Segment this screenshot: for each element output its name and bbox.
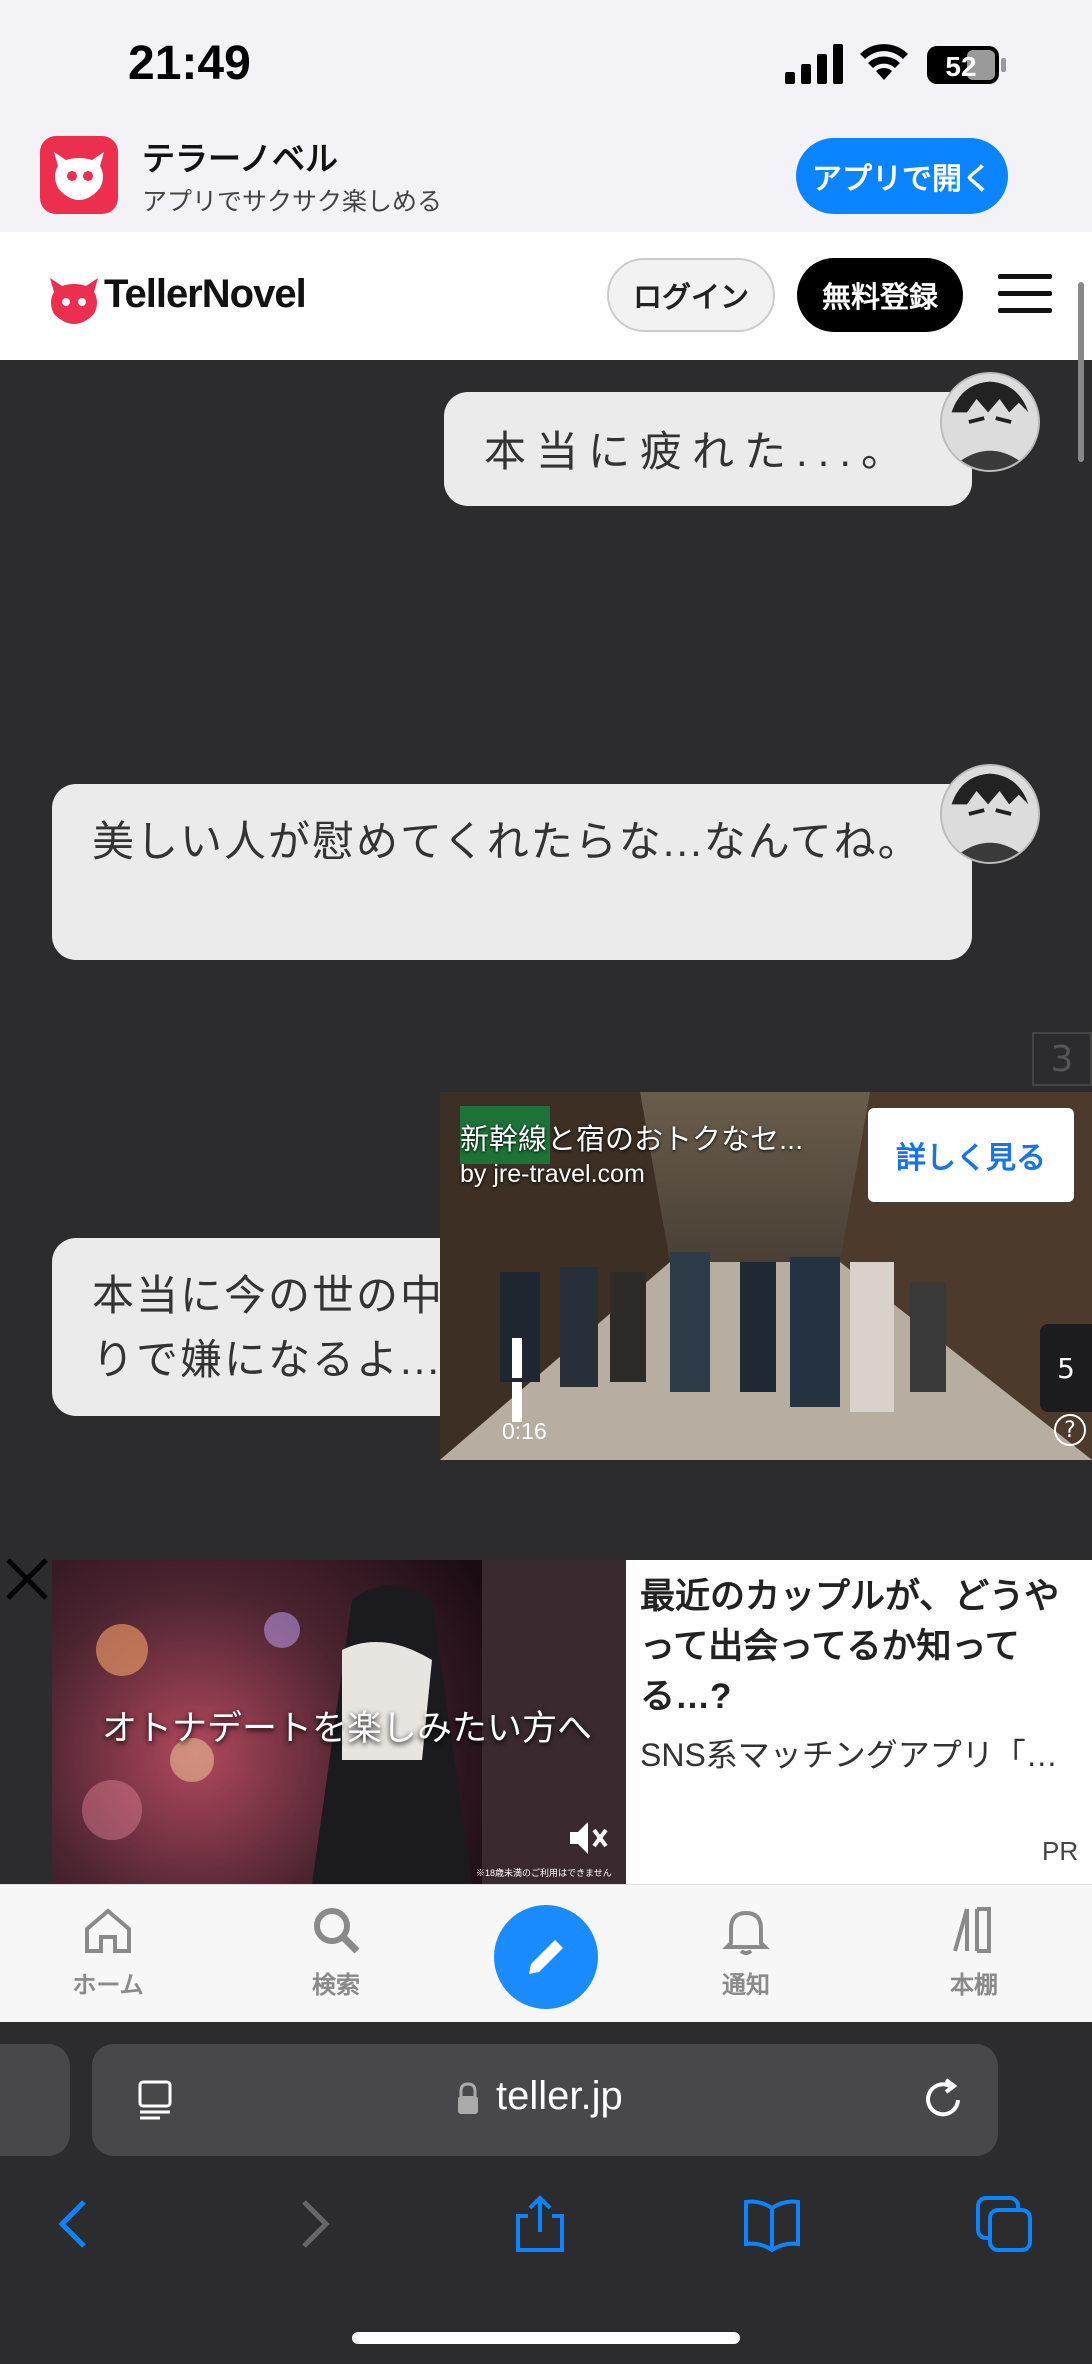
nav-item-label: 本棚: [950, 1972, 998, 1999]
banner-ad[interactable]: オトナデートを楽しみたい方へ ※18歳未満のご利用はできません 最近のカップルが…: [52, 1560, 1092, 1884]
banner-ad-title[interactable]: 最近のカップルが、どうやって出会ってるか知ってる…?: [640, 1572, 1080, 1722]
banner-ad-image-text: オトナデートを楽しみたい方へ: [102, 1709, 593, 1748]
ad-info-icon[interactable]: ?: [1054, 1414, 1086, 1446]
home-icon: [85, 1908, 131, 1953]
nav-item-label: 検索: [312, 1972, 360, 1999]
bookshelf-icon: [953, 1907, 991, 1953]
previous-tab[interactable]: [0, 2044, 70, 2156]
reload-icon[interactable]: [920, 2076, 966, 2122]
video-ad-title: 新幹線と宿のおトクなセ...: [460, 1124, 804, 1156]
status-bar: 21:49 52: [0, 0, 1092, 128]
forward-icon[interactable]: [282, 2194, 342, 2254]
bell-icon: [722, 1910, 770, 1955]
scrollbar[interactable]: [1078, 282, 1084, 462]
chat-bubble: 美しい人が慰めてくれたらな...なんてね。: [52, 784, 972, 960]
lock-icon: [458, 2082, 478, 2114]
site-header: TellerNovel ログイン 無料登録: [0, 232, 1092, 360]
age-notice: ※18歳未満のご利用はできません: [476, 1868, 612, 1878]
status-time: 21:49: [128, 37, 251, 90]
banner-ad-description[interactable]: SNS系マッチングアプリ「…: [640, 1730, 1080, 1776]
video-ad-advertiser: by jre-travel.com: [460, 1160, 645, 1188]
app-name: テラーノベル: [142, 140, 339, 177]
pencil-icon: [529, 1940, 563, 1974]
video-elapsed-time: 0:16: [502, 1418, 547, 1444]
nav-item-notifications[interactable]: 通知: [686, 1903, 806, 2000]
character-avatar[interactable]: [940, 764, 1040, 864]
bookmarks-icon[interactable]: [742, 2194, 802, 2254]
wifi-icon: [860, 44, 908, 80]
nav-item-home[interactable]: ホーム: [48, 1903, 168, 2000]
bottom-navigation: ホーム 検索 通知 本棚: [0, 1884, 1092, 2022]
tabs-icon[interactable]: [974, 2194, 1034, 2254]
menu-icon[interactable]: [998, 274, 1052, 318]
write-button[interactable]: [494, 1905, 598, 2009]
login-button[interactable]: ログイン: [607, 258, 775, 332]
battery-level: 52: [945, 51, 976, 82]
nav-item-bookshelf[interactable]: 本棚: [914, 1903, 1034, 2000]
battery-icon: 52: [927, 46, 1006, 84]
chat-bubble: 本当に疲れた...。: [444, 392, 972, 506]
logo-text[interactable]: TellerNovel: [104, 272, 307, 317]
app-subtitle: アプリでサクサク楽しめる: [142, 188, 443, 216]
cellular-signal-icon: [785, 44, 843, 84]
share-icon[interactable]: [510, 2194, 570, 2254]
banner-ad-image[interactable]: オトナデートを楽しみたい方へ ※18歳未満のご利用はできません: [52, 1560, 626, 1884]
url-text[interactable]: teller.jp: [496, 2074, 623, 2119]
app-icon[interactable]: [40, 136, 118, 214]
search-icon: [314, 1908, 360, 1954]
nav-item-label: ホーム: [72, 1972, 144, 1999]
smart-app-banner: テラーノベル アプリでサクサク楽しめる アプリで開く: [0, 128, 1092, 232]
open-in-app-button[interactable]: アプリで開く: [796, 138, 1008, 214]
tellernovel-logo-icon[interactable]: [44, 270, 104, 330]
page-menu-icon[interactable]: [136, 2078, 176, 2122]
pause-icon[interactable]: [512, 1338, 544, 1422]
mute-icon[interactable]: [566, 1816, 610, 1860]
address-bar[interactable]: teller.jp: [92, 2044, 998, 2156]
back-icon[interactable]: [46, 2194, 106, 2254]
home-indicator: [352, 2332, 740, 2344]
nav-item-search[interactable]: 検索: [276, 1903, 396, 2000]
chat-bubble-line: りで嫌になるよ...: [92, 1336, 442, 1383]
chat-bubble: 本当に今の世の中 りで嫌になるよ...: [52, 1238, 472, 1416]
close-icon[interactable]: [2, 1554, 52, 1604]
learn-more-button[interactable]: 詳しく見る: [868, 1108, 1074, 1202]
chat-bubble-line: 本当に今の世の中: [92, 1272, 445, 1319]
pr-label: PR: [1042, 1836, 1079, 1866]
nav-item-label: 通知: [722, 1972, 770, 1999]
video-ad[interactable]: 新幹線と宿のおトクなセ... by jre-travel.com 詳しく見る 0…: [440, 1092, 1092, 1460]
page-marker: 3: [1032, 1032, 1092, 1086]
character-avatar[interactable]: [940, 372, 1040, 472]
ad-countdown: 5: [1040, 1324, 1092, 1412]
browser-toolbar: teller.jp: [0, 2022, 1092, 2364]
signup-button[interactable]: 無料登録: [797, 258, 963, 332]
